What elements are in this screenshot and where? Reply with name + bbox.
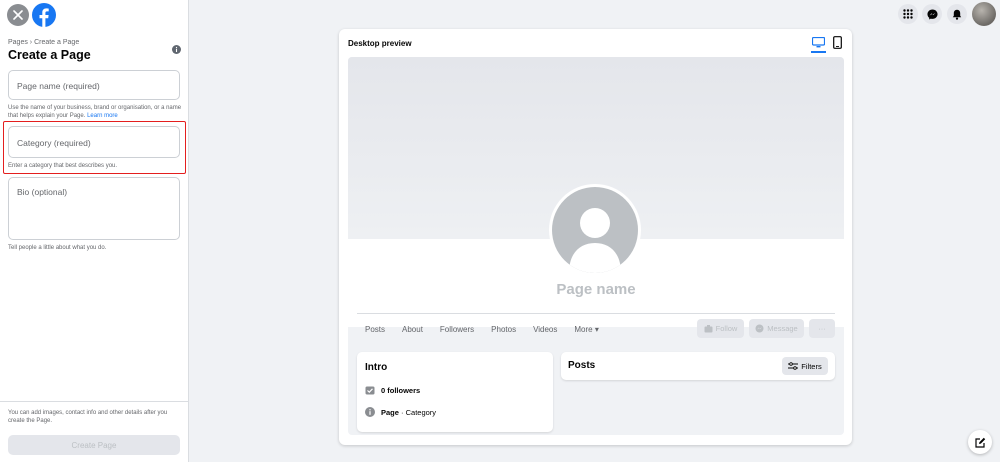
bell-icon bbox=[952, 9, 962, 20]
account-avatar[interactable] bbox=[972, 2, 996, 26]
page-name-preview: Page name bbox=[556, 281, 636, 298]
filters-button[interactable]: Filters bbox=[782, 357, 828, 375]
page-name-input[interactable]: Page name (required) bbox=[8, 70, 180, 100]
follow-icon bbox=[704, 324, 713, 332]
category-input[interactable]: Category (required) bbox=[8, 126, 180, 158]
breadcrumb: Pages › Create a Page bbox=[8, 39, 80, 46]
tab-more[interactable]: More ▾ bbox=[574, 325, 598, 334]
sidebar-divider bbox=[0, 401, 189, 402]
intro-card: Intro 0 followers Page · Category bbox=[357, 352, 553, 432]
notifications-button[interactable] bbox=[947, 4, 967, 24]
bio-input[interactable]: Bio (optional) bbox=[8, 177, 180, 240]
learn-more-link[interactable]: Learn more bbox=[87, 113, 118, 119]
grid-menu-icon bbox=[903, 9, 913, 19]
profile-picture-placeholder bbox=[549, 184, 641, 276]
page-label: Page bbox=[381, 407, 399, 417]
page-name-help: Use the name of your business, brand or … bbox=[8, 104, 184, 120]
facebook-logo-icon[interactable] bbox=[32, 3, 56, 27]
filters-icon bbox=[788, 362, 799, 370]
create-page-button[interactable]: Create Page bbox=[8, 435, 180, 455]
new-message-button[interactable] bbox=[968, 430, 992, 454]
close-button[interactable] bbox=[7, 4, 29, 26]
category-label: · Category bbox=[398, 407, 437, 417]
menu-button[interactable] bbox=[898, 4, 918, 24]
tab-posts[interactable]: Posts bbox=[365, 325, 385, 334]
messenger-icon bbox=[926, 8, 938, 20]
page-preview: Page name Posts About Followers Photos V… bbox=[348, 57, 844, 435]
desktop-icon[interactable] bbox=[812, 37, 825, 48]
page-category-text: Page · Category bbox=[381, 408, 436, 417]
tab-divider bbox=[357, 313, 835, 314]
posts-card: Posts Filters bbox=[561, 352, 835, 380]
tab-videos[interactable]: Videos bbox=[533, 325, 557, 334]
category-help: Enter a category that best describes you… bbox=[8, 163, 118, 169]
page-name-placeholder: Page name (required) bbox=[17, 81, 100, 91]
filters-label: Filters bbox=[801, 361, 822, 371]
message-label: Message bbox=[767, 324, 798, 333]
desktop-tab-indicator bbox=[811, 51, 826, 53]
category-placeholder: Category (required) bbox=[17, 138, 91, 148]
page-tabs: Posts About Followers Photos Videos More… bbox=[365, 325, 599, 334]
info-icon[interactable] bbox=[172, 45, 181, 54]
preview-title: Desktop preview bbox=[348, 39, 412, 48]
followers-row: 0 followers bbox=[365, 385, 420, 395]
page-category-row: Page · Category bbox=[365, 407, 436, 417]
intro-title: Intro bbox=[365, 362, 388, 373]
message-button[interactable]: Message bbox=[749, 319, 804, 338]
compose-icon bbox=[974, 437, 985, 448]
more-options-button[interactable]: ··· bbox=[809, 319, 835, 338]
follow-label: Follow bbox=[715, 324, 738, 333]
info-circle-icon bbox=[365, 407, 375, 417]
tab-followers[interactable]: Followers bbox=[440, 325, 474, 334]
page-title: Create a Page bbox=[8, 48, 91, 62]
footer-note: You can add images, contact info and oth… bbox=[8, 410, 168, 424]
mobile-icon[interactable] bbox=[833, 36, 842, 49]
follow-button[interactable]: Follow bbox=[697, 319, 744, 338]
person-silhouette-icon bbox=[569, 208, 621, 273]
close-icon bbox=[13, 10, 23, 20]
posts-title: Posts bbox=[568, 360, 596, 371]
bio-help: Tell people a little about what you do. bbox=[8, 245, 107, 251]
tab-photos[interactable]: Photos bbox=[491, 325, 516, 334]
create-page-sidebar: Pages › Create a Page Create a Page Page… bbox=[0, 0, 189, 462]
followers-count: 0 followers bbox=[381, 385, 421, 395]
followers-icon bbox=[365, 386, 375, 395]
messenger-button[interactable] bbox=[922, 4, 942, 24]
messenger-small-icon bbox=[755, 324, 764, 333]
desktop-preview-card: Desktop preview Page name Posts About Fo… bbox=[339, 29, 852, 445]
bio-placeholder: Bio (optional) bbox=[17, 187, 68, 197]
tab-about[interactable]: About bbox=[402, 325, 423, 334]
